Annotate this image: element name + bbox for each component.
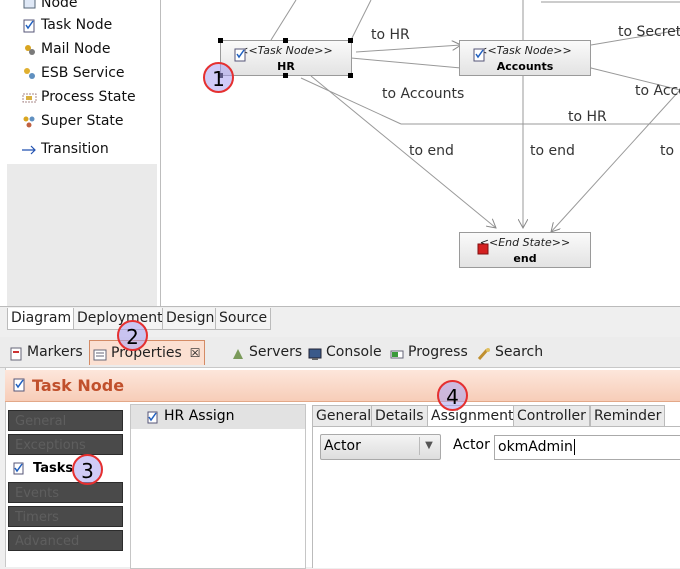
- actor-input[interactable]: okmAdmin: [494, 435, 680, 460]
- text-cursor: [574, 439, 575, 455]
- chevron-down-icon[interactable]: ▼: [419, 437, 438, 455]
- palette-item-super-state[interactable]: Super State: [22, 113, 124, 129]
- task-list: HR Assign: [130, 404, 306, 569]
- search-icon: [477, 345, 491, 360]
- transition-label: to: [660, 143, 675, 159]
- palette-item-transition[interactable]: Transition: [22, 141, 109, 157]
- tab-diagram[interactable]: Diagram: [7, 308, 76, 330]
- tab-markers[interactable]: Markers: [6, 340, 86, 364]
- tab-source[interactable]: Source: [215, 308, 272, 330]
- palette-empty-area: [7, 164, 157, 306]
- markers-icon: [9, 345, 23, 361]
- properties-icon: [93, 346, 107, 361]
- process-state-icon: [22, 90, 37, 105]
- node-icon: [22, 0, 37, 11]
- tab-properties[interactable]: Properties ☒: [89, 340, 205, 365]
- esb-service-icon: [22, 66, 37, 81]
- end-state-icon: [477, 243, 489, 255]
- tab-assignment[interactable]: Assignment: [427, 405, 518, 427]
- diagram-canvas[interactable]: <<Task Node>> HR <<Task Node>> Accounts …: [161, 0, 680, 306]
- transition-arrow-icon: [22, 142, 37, 157]
- transition-label: to Secret: [618, 24, 680, 40]
- properties-header: Task Node: [5, 370, 680, 402]
- annotation-badge-3: 3: [72, 454, 103, 485]
- tab-details[interactable]: Details: [371, 405, 428, 427]
- assignment-type-select[interactable]: Actor ▼: [320, 434, 441, 460]
- tab-console[interactable]: Console: [305, 340, 385, 364]
- side-tab-tasks[interactable]: Tasks: [8, 458, 123, 479]
- end-state-node[interactable]: <<End State>> end: [459, 232, 591, 268]
- tab-design[interactable]: Design: [162, 308, 219, 330]
- tab-progress[interactable]: Progress: [387, 340, 471, 364]
- annotation-badge-2: 2: [117, 320, 148, 351]
- editor-tab-bar: Diagram Deployment Design Source: [0, 306, 680, 331]
- task-node-icon: [473, 48, 485, 62]
- palette-item-mail-node[interactable]: Mail Node: [22, 41, 110, 57]
- side-tab-advanced[interactable]: Advanced: [8, 530, 123, 551]
- view-tab-bar: Markers Properties ☒ Servers Console Pro…: [0, 337, 680, 368]
- palette-item-process-state[interactable]: Process State: [22, 89, 136, 105]
- servers-icon: [231, 345, 245, 359]
- transition-label: to HR: [568, 109, 607, 125]
- tab-servers[interactable]: Servers: [228, 340, 305, 364]
- side-tab-exceptions[interactable]: Exceptions: [8, 434, 123, 455]
- tab-reminder[interactable]: Reminder: [590, 405, 666, 427]
- progress-icon: [390, 345, 404, 359]
- actor-label: Actor: [453, 437, 490, 453]
- palette-item-node[interactable]: Node: [22, 0, 78, 11]
- annotation-badge-1: 1: [203, 62, 234, 93]
- transition-label: to HR: [371, 27, 410, 43]
- task-icon: [147, 411, 158, 424]
- transition-label: to end: [530, 143, 575, 159]
- tab-controller[interactable]: Controller: [513, 405, 590, 427]
- side-tab-events[interactable]: Events: [8, 482, 123, 503]
- transition-label: to end: [409, 143, 454, 159]
- palette-item-esb-service[interactable]: ESB Service: [22, 65, 125, 81]
- palette-item-task-node[interactable]: Task Node: [22, 17, 112, 33]
- side-tab-timers[interactable]: Timers: [8, 506, 123, 527]
- selection-handles[interactable]: [216, 36, 356, 80]
- task-node-accounts[interactable]: <<Task Node>> Accounts: [459, 40, 591, 76]
- tasks-icon: [13, 462, 24, 475]
- transition-label: to Acco: [635, 83, 680, 99]
- console-icon: [308, 345, 322, 360]
- properties-title: Task Node: [32, 376, 125, 395]
- annotation-badge-4: 4: [437, 380, 468, 411]
- task-list-item[interactable]: HR Assign: [131, 405, 305, 429]
- side-tab-general[interactable]: General: [8, 410, 123, 431]
- task-node-icon: [13, 378, 25, 392]
- super-state-icon: [22, 114, 37, 129]
- transition-label: to Accounts: [382, 86, 465, 102]
- close-icon[interactable]: ☒: [190, 341, 201, 365]
- tab-general[interactable]: General: [312, 405, 376, 427]
- task-node-icon: [22, 18, 37, 33]
- mail-node-icon: [22, 42, 37, 57]
- tab-search[interactable]: Search: [474, 340, 546, 364]
